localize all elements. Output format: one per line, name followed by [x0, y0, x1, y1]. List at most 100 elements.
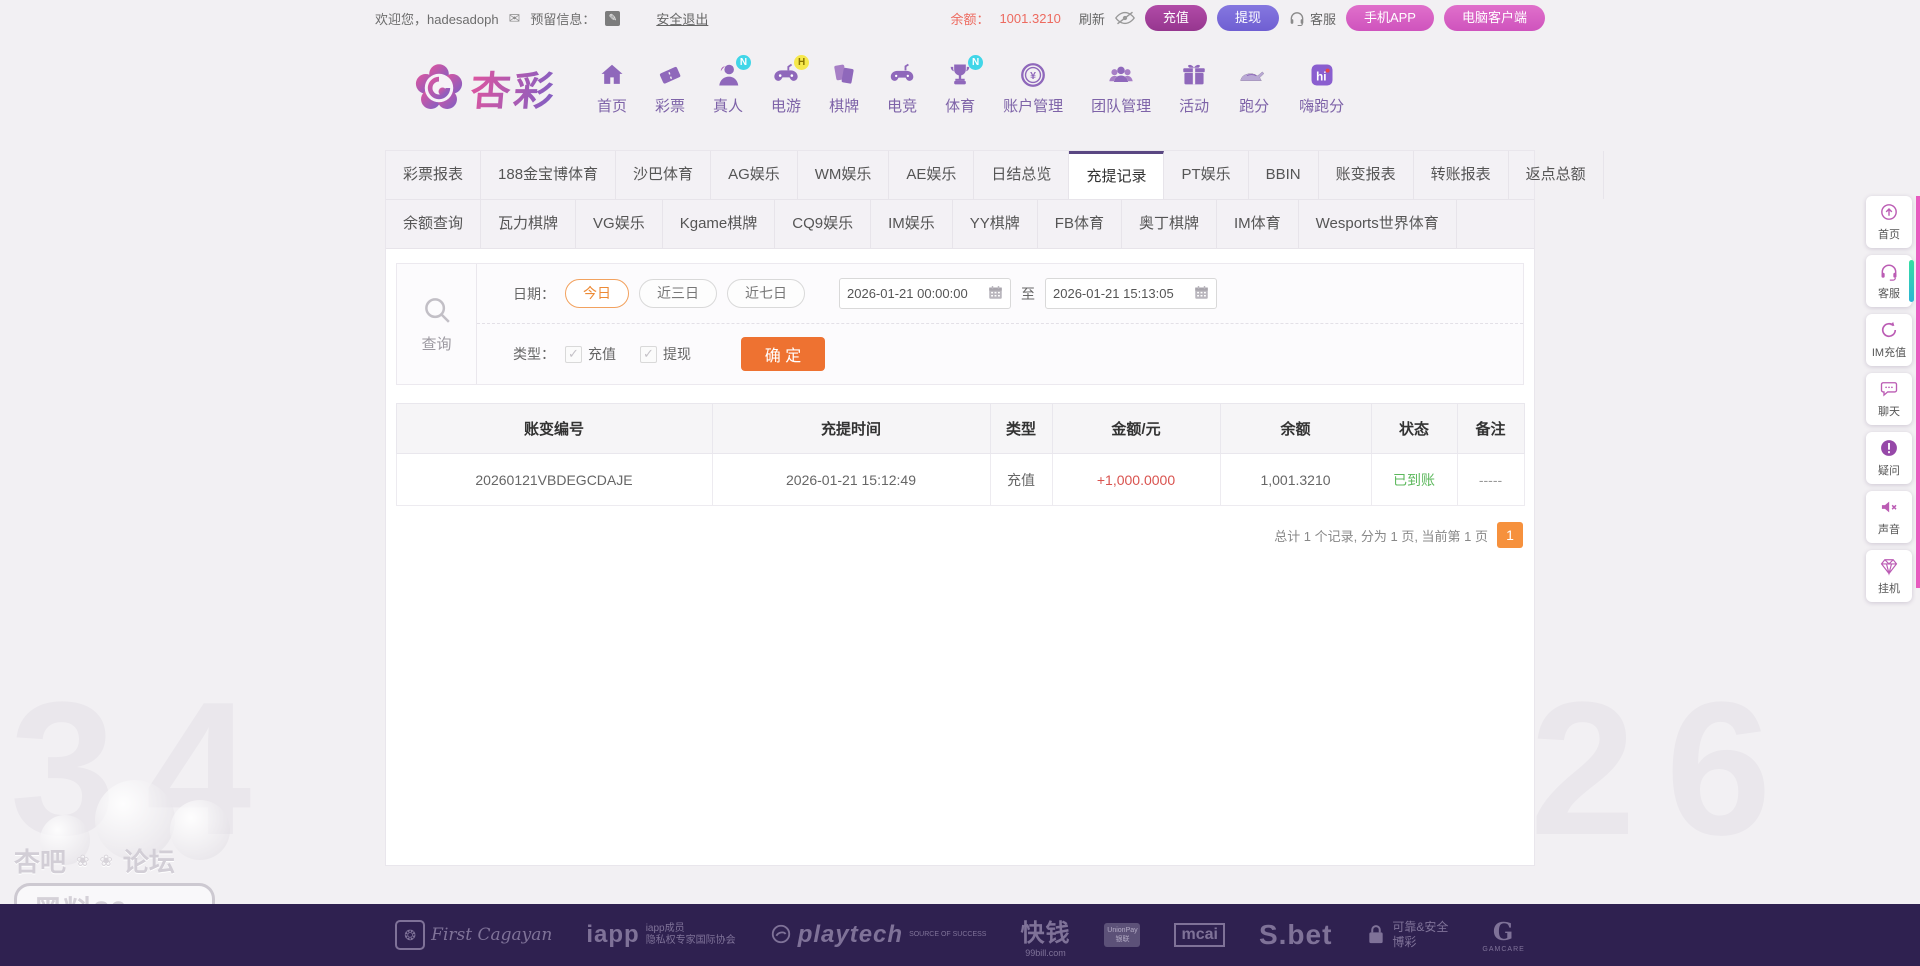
tab-ag[interactable]: AG娱乐: [711, 151, 798, 199]
nav-lottery[interactable]: 彩票: [643, 61, 697, 116]
pagination: 总计 1 个记录, 分为 1 页, 当前第 1 页 1: [397, 522, 1523, 548]
type-withdraw-checkbox[interactable]: ✓ 提现: [640, 344, 691, 364]
tab-zhangbian[interactable]: 账变报表: [1319, 151, 1414, 199]
tab-fb[interactable]: FB体育: [1038, 200, 1122, 248]
calendar-icon[interactable]: [988, 285, 1003, 303]
side-im-recharge[interactable]: IM充值: [1866, 314, 1912, 366]
nav-team-manage[interactable]: 团队管理: [1079, 61, 1163, 116]
tab-zhuanzhang[interactable]: 转账报表: [1414, 151, 1509, 199]
tab-wali[interactable]: 瓦力棋牌: [481, 200, 576, 248]
recharge-button[interactable]: 充值: [1145, 5, 1207, 31]
crest-icon: ❂: [395, 920, 425, 950]
tab-chongti-jilu-active[interactable]: 充提记录: [1069, 151, 1164, 199]
cell-type: 充值: [990, 454, 1052, 506]
footer: ❂ First Cagayan iapp iapp成员隐私权专家国际协会 pla…: [0, 904, 1920, 966]
eye-slash-icon[interactable]: [1115, 11, 1135, 25]
logo-sbet: S.bet: [1259, 919, 1332, 951]
coin-icon: ¥: [1019, 61, 1047, 92]
tab-wesports[interactable]: Wesports世界体育: [1299, 200, 1457, 248]
logo-secure-gaming: 可靠&安全博彩: [1366, 920, 1448, 950]
home-icon: [598, 61, 626, 92]
quick-7days-button[interactable]: 近七日: [727, 279, 805, 308]
brand-logo[interactable]: 杏彩: [411, 59, 557, 117]
pagination-summary: 总计 1 个记录, 分为 1 页, 当前第 1 页: [1274, 526, 1488, 545]
cards-icon: [830, 61, 858, 92]
type-recharge-checkbox[interactable]: ✓ 充值: [565, 344, 616, 364]
nav-paofen[interactable]: 跑分: [1225, 61, 1283, 116]
rhino-logo-icon: [1237, 61, 1271, 92]
edit-icon[interactable]: ✎: [605, 11, 620, 26]
tab-yy[interactable]: YY棋牌: [953, 200, 1038, 248]
tab-kgame[interactable]: Kgame棋牌: [663, 200, 776, 248]
swirl-icon: [770, 923, 792, 948]
tab-shaba-sports[interactable]: 沙巴体育: [616, 151, 711, 199]
logo-iapp: iapp iapp成员隐私权专家国际协会: [586, 921, 735, 949]
date-to-input[interactable]: 2026-01-21 15:13:05: [1045, 278, 1217, 309]
nav-live-casino[interactable]: N 真人: [701, 61, 755, 116]
nav-promotions[interactable]: 活动: [1167, 61, 1221, 116]
refresh-circle-icon: [1879, 320, 1899, 343]
tab-pt[interactable]: PT娱乐: [1164, 151, 1248, 199]
scrollbar-track[interactable]: [1916, 196, 1920, 588]
logo-gamcare: G GAMCARE: [1482, 917, 1524, 953]
tab-fandian[interactable]: 返点总额: [1509, 151, 1604, 199]
tab-aoding[interactable]: 奥丁棋牌: [1122, 200, 1217, 248]
tab-caipiao-baobiao[interactable]: 彩票报表: [386, 151, 481, 199]
withdraw-button[interactable]: 提现: [1217, 5, 1279, 31]
col-status: 状态: [1371, 404, 1457, 454]
tab-yue-chaxun[interactable]: 余额查询: [386, 200, 481, 248]
badge-n: N: [968, 55, 983, 70]
envelope-icon[interactable]: ✉: [509, 10, 521, 27]
customer-service-link[interactable]: 客服: [1289, 9, 1336, 28]
tab-vg[interactable]: VG娱乐: [576, 200, 663, 248]
col-remark: 备注: [1457, 404, 1524, 454]
nav-cards[interactable]: 棋牌: [817, 61, 871, 116]
message-label: 预留信息：: [530, 9, 595, 28]
tab-rijie[interactable]: 日结总览: [974, 151, 1069, 199]
balance-value: 1001.3210: [999, 11, 1060, 26]
confirm-button[interactable]: 确 定: [741, 337, 825, 371]
tab-im-tiyu[interactable]: IM体育: [1217, 200, 1299, 248]
side-question[interactable]: 疑问: [1866, 432, 1912, 484]
nav-home[interactable]: 首页: [585, 61, 639, 116]
main-nav: 首页 彩票 N 真人 H 电游 棋牌 电竞 N 体育 ¥: [585, 61, 1356, 116]
nav-sports[interactable]: N 体育: [933, 61, 987, 116]
refresh-button[interactable]: 刷新: [1079, 9, 1105, 28]
side-hangup[interactable]: 挂机: [1866, 550, 1912, 602]
logo-playtech: playtech SOURCE OF SUCCESS: [770, 921, 987, 949]
tab-wm[interactable]: WM娱乐: [798, 151, 890, 199]
nav-account-manage[interactable]: ¥ 账户管理: [991, 61, 1075, 116]
date-from-input[interactable]: 2026-01-21 00:00:00: [839, 278, 1011, 309]
welcome-text: 欢迎您，hadesadoph: [375, 9, 499, 28]
side-home[interactable]: 首页: [1866, 196, 1912, 248]
quick-today-button[interactable]: 今日: [565, 279, 629, 308]
logo-mcai: mcai: [1174, 923, 1224, 947]
ticket-icon: [656, 61, 684, 92]
side-service[interactable]: 客服: [1866, 255, 1912, 307]
logout-link[interactable]: 安全退出: [656, 9, 708, 28]
tab-188-sports[interactable]: 188金宝博体育: [481, 151, 616, 199]
tab-cq9[interactable]: CQ9娱乐: [775, 200, 871, 248]
tab-row-1: 彩票报表 188金宝博体育 沙巴体育 AG娱乐 WM娱乐 AE娱乐 日结总览 充…: [386, 151, 1534, 200]
pc-client-button[interactable]: 电脑客户端: [1444, 5, 1545, 31]
nav-hi-paofen[interactable]: hi 嗨跑分: [1287, 61, 1356, 116]
calendar-icon[interactable]: [1194, 285, 1209, 303]
nav-slots[interactable]: H 电游: [759, 61, 813, 116]
mobile-app-button[interactable]: 手机APP: [1346, 5, 1434, 31]
team-icon: [1107, 61, 1135, 92]
nav-esports[interactable]: 电竞: [875, 61, 929, 116]
svg-text:¥: ¥: [1030, 69, 1036, 81]
tab-bbin[interactable]: BBIN: [1249, 151, 1319, 199]
watermark-brand-right: 论坛: [123, 842, 175, 879]
tab-ae[interactable]: AE娱乐: [889, 151, 974, 199]
quick-3days-button[interactable]: 近三日: [639, 279, 717, 308]
side-sound[interactable]: 声音: [1866, 491, 1912, 543]
watermark-brand-left: 杏吧: [14, 842, 66, 879]
page-1-button[interactable]: 1: [1497, 522, 1523, 548]
cell-amount: +1,000.0000: [1052, 454, 1220, 506]
table-row: 20260121VBDEGCDAJE 2026-01-21 15:12:49 充…: [396, 454, 1524, 506]
date-to-value: 2026-01-21 15:13:05: [1053, 286, 1174, 301]
cell-remark: -----: [1457, 454, 1524, 506]
side-chat[interactable]: 聊天: [1866, 373, 1912, 425]
tab-im-yule[interactable]: IM娱乐: [871, 200, 953, 248]
